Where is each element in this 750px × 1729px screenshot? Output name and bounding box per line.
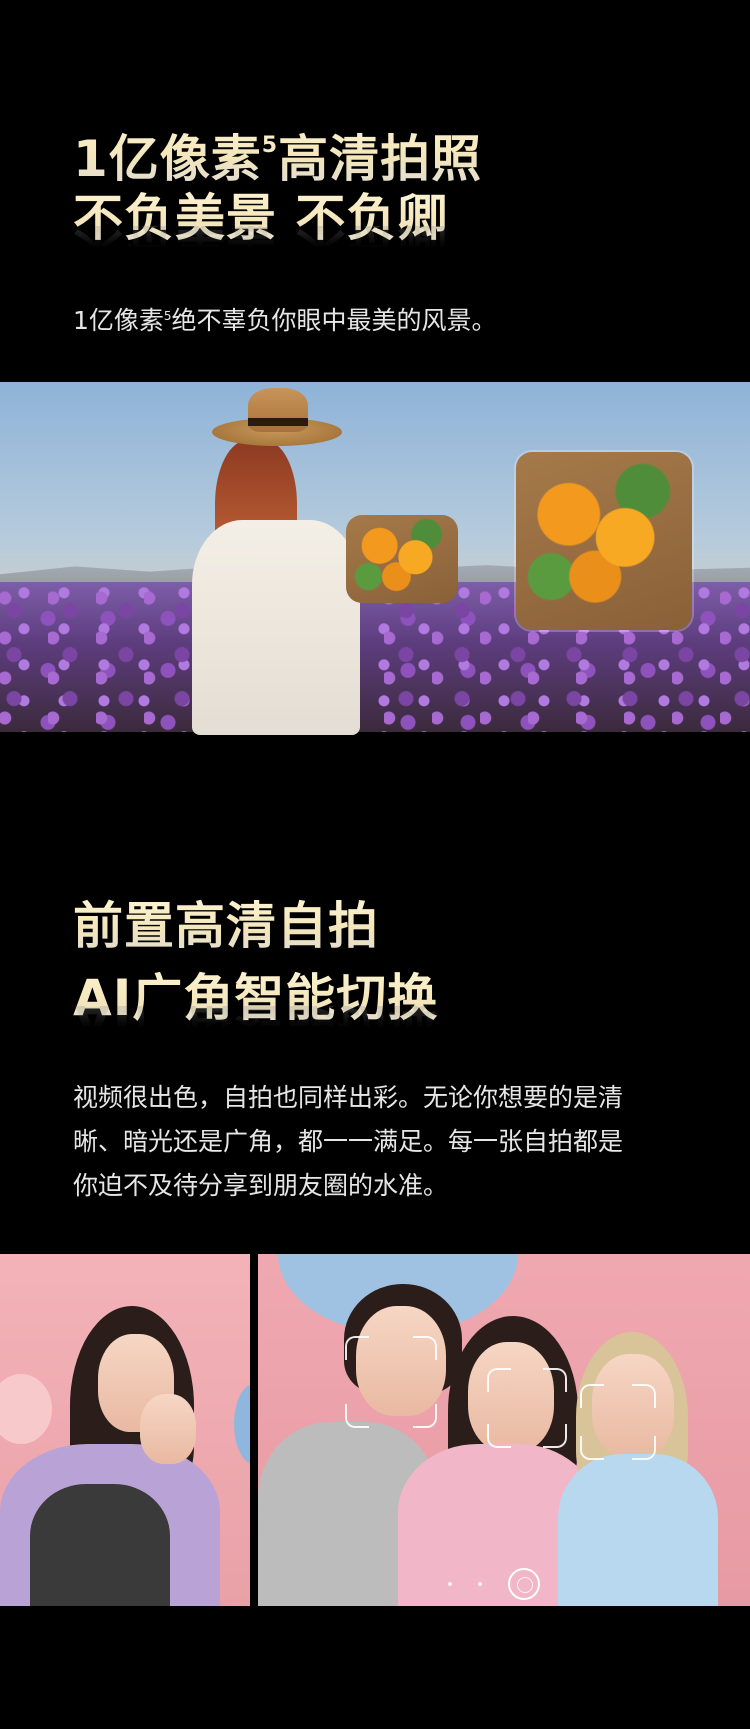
selfie-description-line1: 视频很出色，自拍也同样出彩。无论你想要的是清 bbox=[73, 1083, 624, 1112]
straw-hat-icon bbox=[212, 388, 342, 450]
headline-selfie-line1: 前置高清自拍 bbox=[73, 890, 379, 962]
footnote-marker: 5 bbox=[261, 133, 279, 158]
mode-dot bbox=[448, 1582, 452, 1586]
single-selfie-photo bbox=[0, 1254, 250, 1606]
face-focus-frame bbox=[487, 1368, 567, 1448]
shutter-icon bbox=[508, 1568, 540, 1600]
section-camera: 1亿像素5高清拍照 不负美景 不负卿 不负美景 不负卿 1亿像素5绝不辜负你眼中… bbox=[0, 0, 750, 380]
camera-description: 1亿像素5绝不辜负你眼中最美的风景。 bbox=[73, 306, 497, 335]
white-dress bbox=[192, 520, 360, 735]
sunflower-bouquet bbox=[346, 515, 458, 603]
selfie-description-line2: 晰、暗光还是广角，都一一满足。每一张自拍都是 bbox=[73, 1127, 624, 1156]
face-focus-frame bbox=[345, 1336, 437, 1428]
mode-dot bbox=[478, 1582, 482, 1586]
headline-reflection: AI广角智能切换 bbox=[73, 1006, 439, 1047]
face-focus-frame bbox=[580, 1384, 656, 1460]
selfie-description-line3: 你迫不及待分享到朋友圈的水准。 bbox=[73, 1171, 449, 1200]
bouquet-zoom-inset bbox=[516, 452, 692, 630]
dark-overalls bbox=[30, 1484, 170, 1606]
headline-reflection: 不负美景 不负卿 bbox=[73, 226, 449, 267]
pastel-circle bbox=[0, 1374, 52, 1444]
hand bbox=[140, 1394, 196, 1464]
camera-mode-indicator bbox=[448, 1568, 540, 1600]
section-selfie: 前置高清自拍 AI广角智能切换 AI广角智能切换 视频很出色，自拍也同样出彩。无… bbox=[0, 880, 750, 1240]
blue-circle bbox=[234, 1384, 250, 1464]
